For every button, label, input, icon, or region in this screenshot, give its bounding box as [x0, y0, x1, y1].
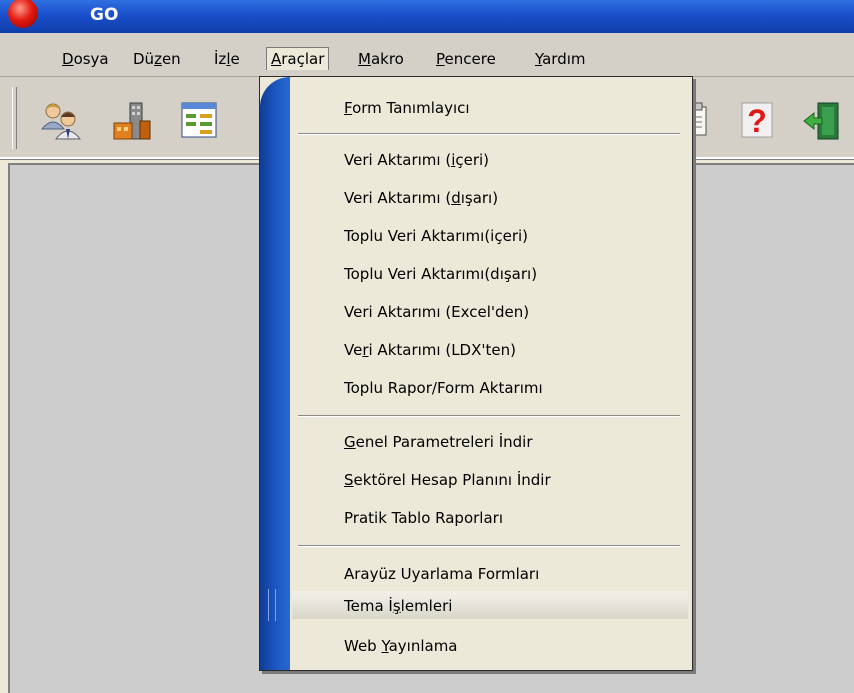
menu-item-sektorel-hesap-plani-indir[interactable]: Sektörel Hesap Planını İndir: [344, 467, 551, 493]
item-mnemonic: F: [344, 99, 353, 117]
item-label: Tema İ: [344, 597, 393, 615]
item-label: Toplu Veri Aktarımı(dışarı): [344, 265, 538, 283]
window-title: GO: [90, 5, 119, 25]
item-label: Veri Aktarımı (: [344, 151, 452, 169]
item-label: Arayüz Uyarlama Formları: [344, 565, 540, 583]
menu-item-toplu-veri-aktarimi-disari[interactable]: Toplu Veri Aktarımı(dışarı): [344, 261, 537, 287]
menu-dosya[interactable]: Dosya: [62, 48, 109, 70]
item-label: çeri): [455, 151, 490, 169]
menu-item-veri-aktarimi-ldx[interactable]: Veri Aktarımı (LDX'ten): [344, 337, 516, 363]
item-label: ayınlama: [388, 637, 458, 655]
menu-mnemonic: D: [62, 50, 74, 68]
menu-side-band: [260, 77, 290, 670]
menu-izle[interactable]: İzle: [214, 48, 240, 70]
menu-item-veri-aktarimi-iceri[interactable]: Veri Aktarımı (içeri): [344, 147, 489, 173]
item-label: ışarı): [460, 189, 499, 207]
menu-mnemonic: A: [271, 50, 282, 68]
users-icon[interactable]: [40, 99, 84, 143]
item-label: Toplu Rapor/Form Aktarımı: [344, 379, 543, 397]
menu-label: encere: [444, 50, 496, 68]
menu-item-veri-aktarimi-disari[interactable]: Veri Aktarımı (dışarı): [344, 185, 498, 211]
menu-label: ardım: [542, 50, 586, 68]
menu-bar: Dosya Düzen İzle Araçlar Makro Pencere Y…: [0, 33, 854, 77]
menu-item-toplu-rapor-form-aktarimi[interactable]: Toplu Rapor/Form Aktarımı: [344, 375, 543, 401]
menu-yardim[interactable]: Yardım: [535, 48, 586, 70]
item-mnemonic: G: [344, 433, 356, 451]
item-label: Ve: [344, 341, 363, 359]
menu-makro[interactable]: Makro: [358, 48, 404, 70]
item-label: ektörel Hesap Planını İndir: [353, 471, 551, 489]
menu-item-arayuz-uyarlama-formlari[interactable]: Arayüz Uyarlama Formları: [344, 561, 539, 587]
menu-label: osya: [73, 50, 109, 68]
menu-item-veri-aktarimi-excel[interactable]: Veri Aktarımı (Excel'den): [344, 299, 529, 325]
svg-text:?: ?: [747, 103, 767, 139]
menu-araclar[interactable]: Araçlar: [266, 47, 330, 70]
item-label: Pratik Tablo Raporları: [344, 509, 503, 527]
item-mnemonic: S: [344, 471, 354, 489]
menu-duzen[interactable]: Düzen: [133, 48, 181, 70]
item-label: i Aktarımı (LDX'ten): [368, 341, 516, 359]
menu-item-pratik-tablo-raporlari[interactable]: Pratik Tablo Raporları: [344, 505, 503, 531]
menu-item-tema-islemleri[interactable]: Tema İşlemleri: [344, 593, 452, 619]
araclar-dropdown-menu: Form Tanımlayıcı Veri Aktarımı (içeri) V…: [259, 76, 693, 671]
band-grip: [268, 589, 276, 621]
item-label: orm Tanımlayıcı: [352, 99, 470, 117]
title-bar: GO: [0, 0, 854, 33]
menu-item-toplu-veri-aktarimi-iceri[interactable]: Toplu Veri Aktarımı(içeri): [344, 223, 528, 249]
menu-item-genel-parametreleri-indir[interactable]: Genel Parametreleri İndir: [344, 429, 533, 455]
menu-mnemonic: P: [436, 50, 445, 68]
exit-door-icon[interactable]: [800, 99, 844, 143]
menu-item-form-tanimlayici[interactable]: Form Tanımlayıcı: [344, 95, 470, 121]
item-label: lemleri: [400, 597, 453, 615]
menu-label: en: [161, 50, 181, 68]
help-icon[interactable]: ?: [736, 99, 780, 143]
menu-label: e: [230, 50, 240, 68]
item-label: Veri Aktarımı (: [344, 189, 452, 207]
menu-mnemonic: M: [358, 50, 371, 68]
item-label: Web: [344, 637, 382, 655]
buildings-icon[interactable]: [110, 99, 154, 143]
item-label: enel Parametreleri İndir: [355, 433, 533, 451]
menu-mnemonic: z: [154, 50, 162, 68]
item-label: Toplu Veri Aktarımı(içeri): [344, 227, 528, 245]
menu-item-web-yayinlama[interactable]: Web Yayınlama: [344, 633, 458, 659]
item-mnemonic: ş: [392, 597, 401, 615]
menu-separator: [298, 545, 680, 547]
menu-pencere[interactable]: Pencere: [436, 48, 496, 70]
item-mnemonic: d: [451, 189, 461, 207]
menu-separator: [298, 415, 680, 417]
menu-label: raçlar: [281, 50, 325, 68]
item-mnemonic: Y: [381, 637, 389, 655]
menu-label: akro: [370, 50, 404, 68]
app-logo-icon[interactable]: [8, 0, 38, 28]
menu-label: Dü: [133, 50, 155, 68]
form-window-icon[interactable]: [178, 99, 222, 143]
menu-separator: [298, 133, 680, 135]
menu-label: İz: [214, 50, 227, 68]
item-label: Veri Aktarımı (Excel'den): [344, 303, 530, 321]
toolbar-grip[interactable]: [12, 87, 17, 149]
